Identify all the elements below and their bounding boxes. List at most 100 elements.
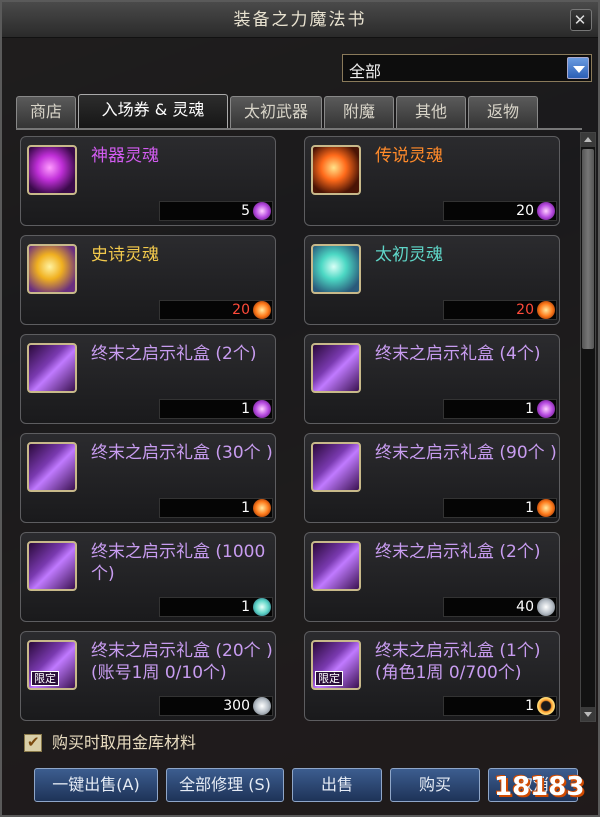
item-price: 20 xyxy=(516,302,534,318)
price-bar: 5 xyxy=(159,201,273,221)
item-card[interactable]: 太初灵魂 20 xyxy=(304,235,560,325)
vault-materials-checkbox[interactable] xyxy=(24,733,42,752)
teal-soul-coin-icon xyxy=(253,598,271,616)
buy-button[interactable]: 购买 xyxy=(390,768,480,802)
item-price: 1 xyxy=(525,401,534,417)
item-name: 神器灵魂 xyxy=(91,146,159,166)
sell-button[interactable]: 出售 xyxy=(292,768,382,802)
silver-coin-icon xyxy=(253,697,271,715)
item-price: 20 xyxy=(516,203,534,219)
purple-soul-coin-icon xyxy=(253,400,271,418)
tab-primal-weapons[interactable]: 太初武器 xyxy=(230,96,322,128)
orange-soul-coin-icon xyxy=(537,499,555,517)
item-name: 终末之启示礼盒 (20个 ) (账号1周 0/10个) xyxy=(91,641,273,683)
gift-box-icon[interactable] xyxy=(27,442,77,492)
artifact-soul-icon[interactable] xyxy=(27,145,77,195)
item-name: 终末之启示礼盒 (4个) xyxy=(375,344,541,364)
item-card[interactable]: 终末之启示礼盒 (1000 个) 1 xyxy=(20,532,276,622)
price-bar: 20 xyxy=(443,300,557,320)
item-card[interactable]: 神器灵魂 5 xyxy=(20,136,276,226)
close-button[interactable]: ✕ xyxy=(570,9,592,31)
price-bar: 1 xyxy=(443,399,557,419)
item-price: 20 xyxy=(232,302,250,318)
item-card[interactable]: 终末之启示礼盒 (4个) 1 xyxy=(304,334,560,424)
orange-soul-coin-icon xyxy=(253,499,271,517)
price-bar: 40 xyxy=(443,597,557,617)
window-title: 装备之力魔法书 xyxy=(233,10,367,30)
tab-enchant[interactable]: 附魔 xyxy=(324,96,394,128)
repair-all-button[interactable]: 全部修理 (S) xyxy=(166,768,284,802)
item-card[interactable]: 终末之启示礼盒 (90个 ) 1 xyxy=(304,433,560,523)
vault-materials-label: 购买时取用金库材料 xyxy=(52,733,197,752)
tab-other[interactable]: 其他 xyxy=(396,96,466,128)
scrollbar-thumb[interactable] xyxy=(582,149,594,349)
epic-soul-icon[interactable] xyxy=(27,244,77,294)
item-card[interactable]: 终末之启示礼盒 (30个 ) 1 xyxy=(20,433,276,523)
item-name: 太初灵魂 xyxy=(375,245,443,265)
item-name: 终末之启示礼盒 (2个) xyxy=(91,344,257,364)
item-name: 终末之启示礼盒 (1000 个) xyxy=(91,542,266,584)
item-price: 300 xyxy=(223,698,250,714)
item-card[interactable]: 终末之启示礼盒 (2个) 1 xyxy=(20,334,276,424)
item-name: 传说灵魂 xyxy=(375,146,443,166)
gift-box-icon[interactable] xyxy=(311,541,361,591)
limited-badge: 限定 xyxy=(31,671,59,686)
tab-shop[interactable]: 商店 xyxy=(16,96,76,128)
item-price: 1 xyxy=(525,698,534,714)
chevron-down-icon[interactable] xyxy=(567,57,589,79)
item-name: 终末之启示礼盒 (2个) xyxy=(375,542,541,562)
purple-soul-coin-icon xyxy=(537,202,555,220)
site-watermark-logo: 18183 xyxy=(494,772,585,802)
gift-box-icon[interactable]: 限定 xyxy=(311,640,361,690)
price-bar: 1 xyxy=(159,597,273,617)
price-bar: 1 xyxy=(159,399,273,419)
item-card[interactable]: 传说灵魂 20 xyxy=(304,136,560,226)
item-price: 40 xyxy=(516,599,534,615)
gift-box-icon[interactable]: 限定 xyxy=(27,640,77,690)
quick-sell-button[interactable]: 一键出售(A) xyxy=(34,768,158,802)
category-filter-select[interactable]: 全部 xyxy=(342,54,592,82)
item-name: 终末之启示礼盒 (1个) (角色1周 0/700个) xyxy=(375,641,541,683)
window-titlebar[interactable]: 装备之力魔法书 ✕ xyxy=(2,2,598,38)
item-price: 1 xyxy=(525,500,534,516)
purple-soul-coin-icon xyxy=(253,202,271,220)
item-name: 史诗灵魂 xyxy=(91,245,159,265)
price-bar: 1 xyxy=(443,696,557,716)
gift-box-icon[interactable] xyxy=(27,343,77,393)
item-card[interactable]: 限定 终末之启示礼盒 (1个) (角色1周 0/700个) 1 xyxy=(304,631,560,721)
tab-returns[interactable]: 返物 xyxy=(468,96,538,128)
item-name: 终末之启示礼盒 (30个 ) xyxy=(91,443,273,463)
item-price: 1 xyxy=(241,500,250,516)
tab-divider xyxy=(16,128,582,130)
tab-tickets-souls[interactable]: 入场券 & 灵魂 xyxy=(78,94,228,128)
magic-book-window: 装备之力魔法书 ✕ 全部 商店 入场券 & 灵魂 太初武器 附魔 其他 返物 神… xyxy=(0,0,600,817)
orange-soul-coin-icon xyxy=(253,301,271,319)
close-icon: ✕ xyxy=(573,11,589,29)
silver-coin-icon xyxy=(537,598,555,616)
item-list: 神器灵魂 5 传说灵魂 20 史诗灵魂 20 太初灵魂 20 终末之启示礼盒 (2个) 1 终末之启… xyxy=(16,132,576,722)
scrollbar[interactable] xyxy=(580,132,596,722)
gift-box-icon[interactable] xyxy=(27,541,77,591)
item-card[interactable]: 史诗灵魂 20 xyxy=(20,235,276,325)
price-bar: 20 xyxy=(159,300,273,320)
price-bar: 1 xyxy=(159,498,273,518)
purple-soul-coin-icon xyxy=(537,400,555,418)
item-card[interactable]: 限定 终末之启示礼盒 (20个 ) (账号1周 0/10个) 300 xyxy=(20,631,276,721)
item-price: 1 xyxy=(241,401,250,417)
orange-soul-coin-icon xyxy=(537,301,555,319)
scroll-down-icon[interactable] xyxy=(581,707,595,721)
primal-soul-icon[interactable] xyxy=(311,244,361,294)
limited-badge: 限定 xyxy=(315,671,343,686)
item-price: 1 xyxy=(241,599,250,615)
price-bar: 300 xyxy=(159,696,273,716)
gift-box-icon[interactable] xyxy=(311,442,361,492)
gift-box-icon[interactable] xyxy=(311,343,361,393)
scroll-up-icon[interactable] xyxy=(581,133,595,147)
item-price: 5 xyxy=(241,203,250,219)
item-name: 终末之启示礼盒 (90个 ) xyxy=(375,443,557,463)
legendary-soul-icon[interactable] xyxy=(311,145,361,195)
price-bar: 1 xyxy=(443,498,557,518)
orange-ring-coin-icon xyxy=(537,697,555,715)
item-card[interactable]: 终末之启示礼盒 (2个) 40 xyxy=(304,532,560,622)
filter-selected-value: 全部 xyxy=(349,62,382,81)
